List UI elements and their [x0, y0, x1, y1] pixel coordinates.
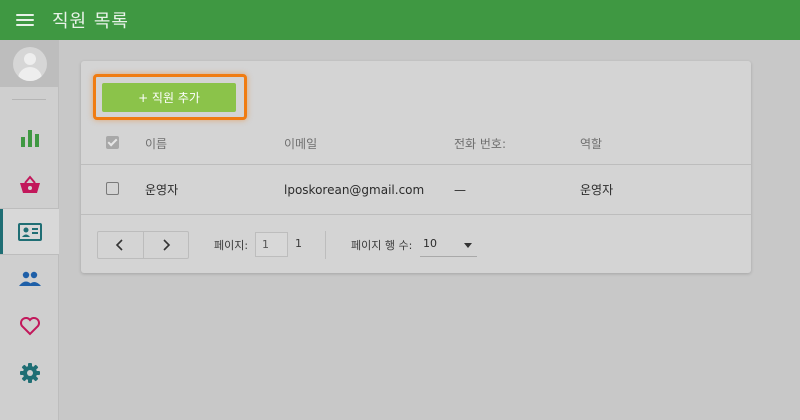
cell-phone: — [454, 182, 466, 197]
sidebar-item-settings[interactable] [0, 349, 59, 396]
gear-icon [19, 362, 40, 383]
page-nav-group [97, 231, 189, 259]
pagination: 페이지: 1 페이지 행 수: 10 [97, 231, 737, 259]
employee-list-card: + 직원 추가 이름 이메일 전화 번호: 역할 운영자 lposkorean@… [81, 61, 751, 273]
checkbox[interactable] [106, 181, 119, 195]
add-employee-button[interactable]: + 직원 추가 [102, 83, 236, 112]
select-all-checkbox[interactable] [106, 135, 119, 152]
cell-email: lposkorean@gmail.com [284, 182, 425, 197]
sidebar-item-customers[interactable] [0, 255, 59, 302]
table-header: 이름 이메일 전화 번호: 역할 [81, 123, 751, 165]
prev-page-button[interactable] [98, 232, 143, 258]
menu-button[interactable] [0, 0, 50, 40]
app-bar: 직원 목록 [0, 0, 800, 40]
pagination-divider [325, 231, 326, 259]
column-header-phone[interactable]: 전화 번호: [454, 135, 506, 152]
page-number-input[interactable] [255, 232, 288, 257]
page-label: 페이지: [214, 239, 249, 252]
rows-per-page-label: 페이지 행 수: [351, 239, 413, 252]
column-header-email[interactable]: 이메일 [284, 135, 317, 152]
column-header-name[interactable]: 이름 [145, 135, 167, 152]
avatar [12, 46, 47, 81]
page-total: 1 [295, 237, 302, 250]
checkbox[interactable] [106, 135, 119, 149]
bar-chart-icon [20, 129, 39, 147]
avatar-area[interactable] [0, 40, 59, 87]
cell-name: 운영자 [145, 183, 179, 197]
rows-per-page-value: 10 [423, 237, 437, 250]
rows-per-page-select[interactable]: 10 [420, 235, 477, 257]
hamburger-icon [16, 13, 34, 27]
sidebar-item-stats[interactable] [0, 114, 59, 161]
page-title: 직원 목록 [52, 11, 129, 32]
cell-role: 운영자 [580, 183, 614, 197]
employee-table: 이름 이메일 전화 번호: 역할 운영자 lposkorean@gmail.co… [81, 123, 751, 215]
sidebar-item-shop[interactable] [0, 161, 59, 208]
sidebar-item-employees[interactable] [0, 208, 59, 255]
chevron-right-icon [163, 239, 171, 251]
sidebar-item-favorites[interactable] [0, 302, 59, 349]
column-header-role[interactable]: 역할 [580, 135, 602, 152]
next-page-button[interactable] [142, 232, 188, 258]
caret-down-icon [464, 243, 472, 248]
heart-icon [19, 316, 40, 335]
table-row[interactable]: 운영자 lposkorean@gmail.com — 운영자 [81, 165, 751, 215]
row-checkbox[interactable] [106, 181, 119, 198]
add-button-highlight: + 직원 추가 [93, 74, 247, 120]
id-card-icon [17, 222, 42, 241]
sidebar-divider [12, 99, 46, 100]
people-icon [18, 271, 41, 286]
sidebar [0, 40, 59, 420]
basket-icon [19, 174, 40, 193]
chevron-left-icon [116, 239, 124, 251]
